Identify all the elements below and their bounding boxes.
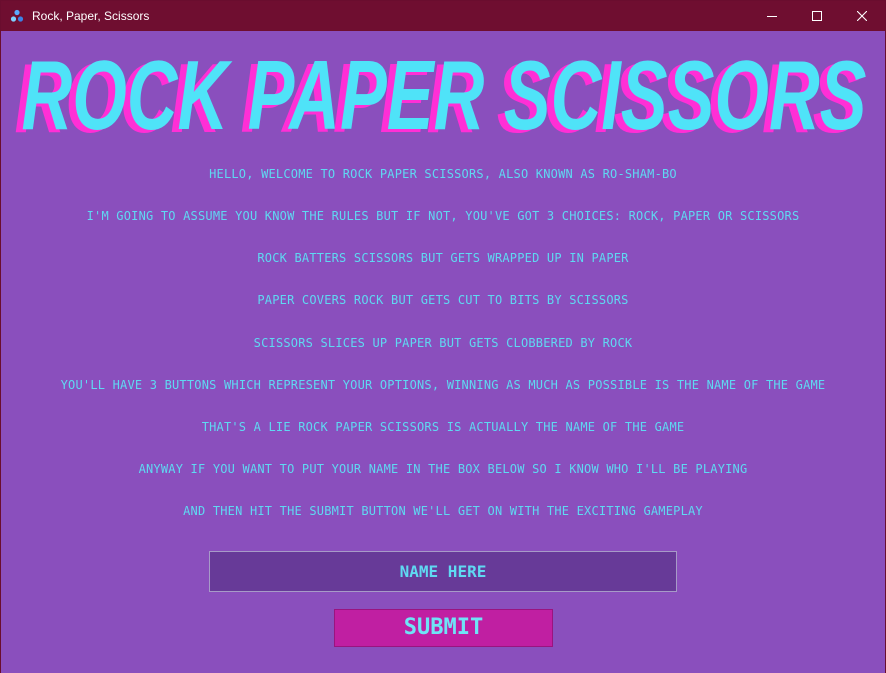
intro-line: I'M GOING TO ASSUME YOU KNOW THE RULES B… [86,209,800,223]
name-input[interactable] [209,551,677,592]
intro-line: SCISSORS SLICES UP PAPER BUT GETS CLOBBE… [253,336,633,350]
intro-line: AND THEN HIT THE SUBMIT BUTTON WE'LL GET… [183,504,703,518]
intro-line: YOU'LL HAVE 3 BUTTONS WHICH REPRESENT YO… [60,378,826,392]
game-window: Rock, Paper, Scissors ROCK PAPER SCISSOR… [0,0,886,673]
intro-line: ROCK BATTERS SCISSORS BUT GETS WRAPPED U… [257,251,629,265]
rps-app-icon [10,9,24,23]
close-button[interactable] [839,1,885,31]
maximize-button[interactable] [794,1,840,31]
logo-text: ROCK PAPER SCISSORS [22,45,867,137]
game-content: ROCK PAPER SCISSORS ROCK PAPER SCISSORS … [1,31,885,673]
submit-button[interactable]: SUBMIT [334,609,553,647]
intro-line: PAPER COVERS ROCK BUT GETS CUT TO BITS B… [257,293,629,307]
minimize-button[interactable] [749,1,795,31]
minimize-icon [767,16,777,17]
intro-line: THAT'S A LIE ROCK PAPER SCISSORS IS ACTU… [201,420,685,434]
close-icon [857,11,867,21]
game-logo: ROCK PAPER SCISSORS ROCK PAPER SCISSORS [15,45,867,137]
intro-line: ANYWAY IF YOU WANT TO PUT YOUR NAME IN T… [138,462,748,476]
title-bar[interactable]: Rock, Paper, Scissors [1,1,885,31]
intro-line: HELLO, WELCOME TO ROCK PAPER SCISSORS, A… [209,167,677,181]
window-title: Rock, Paper, Scissors [32,9,150,23]
maximize-icon [812,11,822,21]
